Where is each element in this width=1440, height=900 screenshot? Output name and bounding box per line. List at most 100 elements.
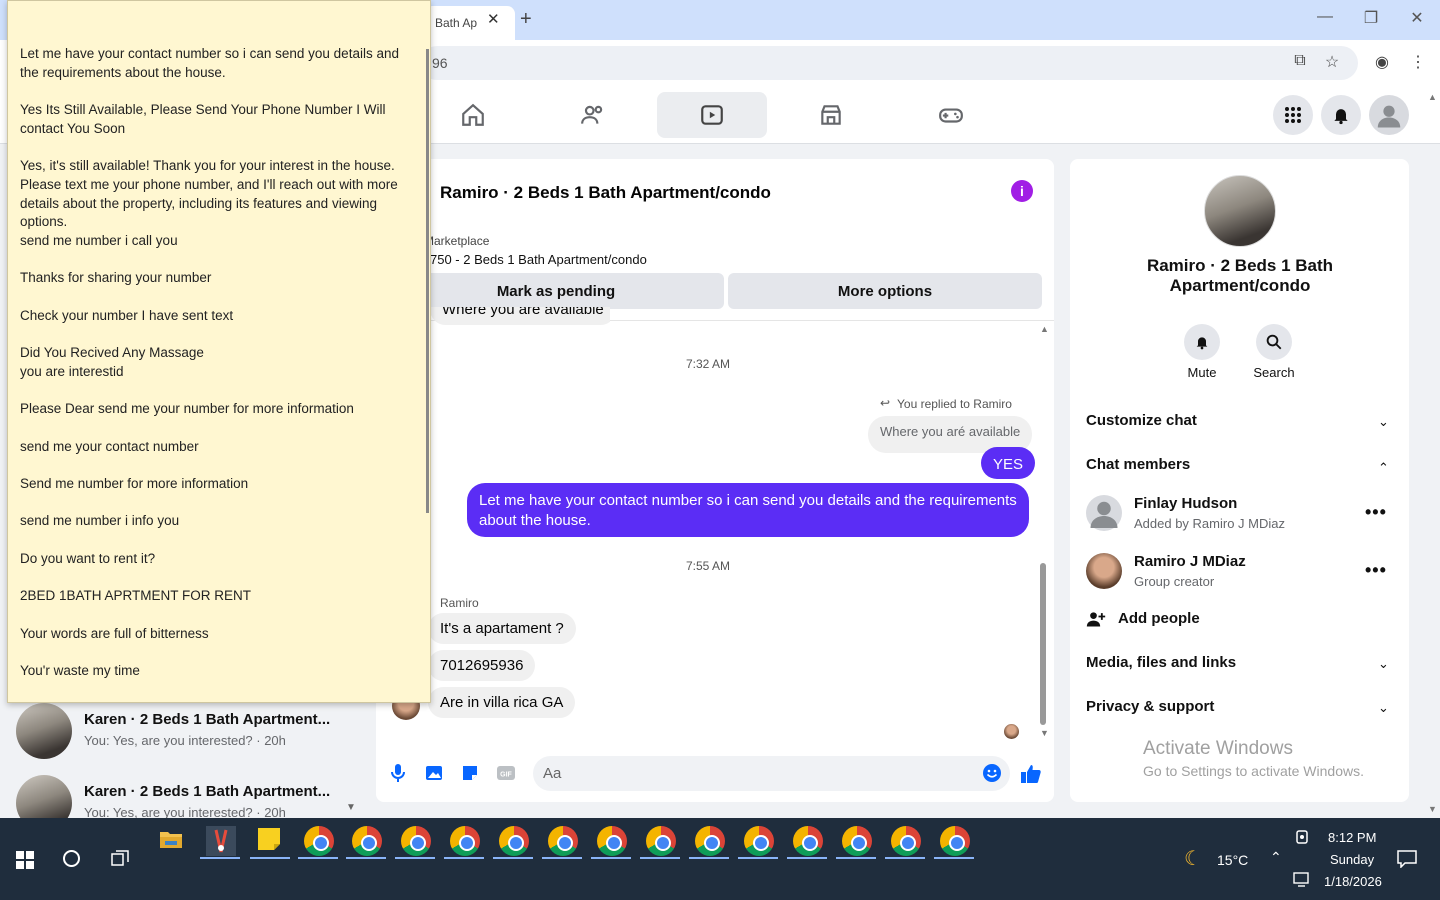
listing-price[interactable]: 750 - 2 Beds 1 Bath Apartment/condo — [430, 252, 647, 267]
message-bubble-incoming[interactable]: 7012695936 — [428, 650, 536, 681]
sticker-icon[interactable] — [460, 763, 480, 783]
chat-scroll-up-icon[interactable]: ▲ — [1040, 324, 1049, 334]
task-view-icon[interactable] — [111, 850, 129, 873]
close-window-icon[interactable]: ✕ — [1402, 8, 1432, 28]
nav-gaming[interactable] — [896, 92, 1006, 138]
notifications-button[interactable] — [1321, 95, 1361, 135]
listing-photo[interactable] — [1204, 175, 1276, 247]
chrome-profile-icon[interactable] — [646, 826, 676, 856]
snipping-tool-icon[interactable] — [206, 826, 236, 856]
chrome-profile-icon[interactable] — [891, 826, 921, 856]
more-horizontal-icon[interactable]: ••• — [1365, 560, 1387, 581]
chrome-profile-icon[interactable] — [793, 826, 823, 856]
chrome-profile-icon[interactable] — [940, 826, 970, 856]
chrome-icon[interactable] — [304, 826, 334, 856]
message-input[interactable]: Aa — [533, 756, 1010, 791]
list-scroll-down-icon[interactable]: ▼ — [346, 802, 356, 813]
nav-watch[interactable] — [657, 92, 767, 138]
chevron-up-icon[interactable]: ⌃ — [1378, 460, 1389, 476]
message-bubble-incoming[interactable]: It's a apartament ? — [428, 613, 576, 644]
install-app-icon[interactable]: ⧉ — [1288, 52, 1312, 74]
menu-kebab-icon[interactable]: ⋮ — [1406, 52, 1430, 74]
member-name[interactable]: Finlay Hudson — [1134, 495, 1237, 512]
chrome-profile-icon[interactable] — [548, 826, 578, 856]
add-people-button[interactable]: Add people — [1118, 610, 1200, 627]
meet-now-icon[interactable] — [1295, 830, 1309, 851]
moon-weather-icon[interactable]: ☾ — [1184, 846, 1202, 871]
search-button[interactable] — [1256, 324, 1292, 360]
restore-icon[interactable]: ❐ — [1356, 8, 1386, 28]
chrome-profile-icon[interactable] — [450, 826, 480, 856]
clock-time[interactable]: 8:12 PM — [1328, 830, 1376, 845]
chat-title[interactable]: Ramiro · 2 Beds 1 Bath Apartment/condo — [440, 183, 771, 203]
apps-menu-button[interactable] — [1273, 95, 1313, 135]
chat-scroll-down-icon[interactable]: ▼ — [1040, 728, 1049, 738]
message-bubble-incoming[interactable]: Are in villa rica GA — [428, 687, 576, 718]
media-files-row[interactable]: Media, files and links — [1086, 654, 1236, 671]
nav-home[interactable] — [418, 92, 528, 138]
member-name[interactable]: Ramiro J MDiaz — [1134, 553, 1246, 570]
chrome-profile-icon[interactable] — [744, 826, 774, 856]
nav-friends[interactable] — [538, 92, 648, 138]
nav-marketplace[interactable] — [776, 92, 886, 138]
tab-close-icon[interactable]: ✕ — [487, 10, 500, 28]
cortana-search-icon[interactable] — [63, 850, 80, 867]
clock-date[interactable]: 1/18/2026 — [1324, 874, 1382, 889]
page-scroll-up-icon[interactable]: ▲ — [1428, 92, 1437, 102]
member-avatar[interactable] — [1086, 553, 1122, 589]
emoji-icon[interactable] — [982, 763, 1002, 783]
chevron-down-icon[interactable]: ⌄ — [1378, 700, 1389, 716]
note-line: Yes, it's still available! Thank you for… — [20, 158, 398, 230]
tray-chevron-up-icon[interactable]: ⌃ — [1270, 849, 1282, 866]
page-scroll-down-icon[interactable]: ▼ — [1428, 804, 1437, 814]
photo-icon[interactable] — [424, 763, 444, 783]
chrome-profile-icon[interactable] — [499, 826, 529, 856]
message-bubble-outgoing[interactable]: Let me have your contact number so i can… — [467, 483, 1029, 537]
member-avatar[interactable] — [1086, 495, 1122, 531]
add-person-icon[interactable] — [1086, 609, 1106, 634]
message-bubble-outgoing[interactable]: YES — [981, 447, 1036, 479]
mark-pending-button[interactable]: Mark as pending — [388, 273, 724, 309]
account-avatar[interactable] — [1369, 95, 1409, 135]
sticky-notes-icon[interactable] — [256, 826, 286, 856]
mute-button[interactable] — [1184, 324, 1220, 360]
chrome-profile-icon[interactable] — [597, 826, 627, 856]
note-line: Send me number for more information — [20, 476, 249, 492]
thumbs-up-icon[interactable] — [1020, 763, 1041, 783]
profile-icon[interactable]: ◉ — [1370, 52, 1394, 74]
windows-start-icon[interactable] — [16, 851, 34, 874]
chrome-profile-icon[interactable] — [352, 826, 382, 856]
address-bar[interactable]: 96 — [420, 46, 1358, 80]
new-tab-button[interactable]: + — [520, 8, 532, 31]
bookmark-star-icon[interactable]: ☆ — [1320, 52, 1344, 74]
info-icon[interactable]: i — [1011, 180, 1033, 202]
more-options-button[interactable]: More options — [728, 273, 1042, 309]
gif-icon[interactable]: GIF — [496, 763, 516, 783]
chevron-down-icon[interactable]: ⌄ — [1378, 656, 1389, 672]
customize-chat-row[interactable]: Customize chat — [1086, 412, 1197, 429]
weather-temp[interactable]: 15°C — [1217, 852, 1248, 868]
gamepad-icon — [939, 108, 963, 123]
more-horizontal-icon[interactable]: ••• — [1365, 502, 1387, 523]
browser-tab[interactable]: Bath Ap — [425, 6, 515, 40]
chat-scrollbar[interactable] — [1040, 563, 1046, 725]
chrome-profile-icon[interactable] — [842, 826, 872, 856]
active-app-indicator — [738, 857, 778, 859]
chrome-profile-icon[interactable] — [695, 826, 725, 856]
marketplace-label: Marketplace — [424, 234, 490, 248]
microphone-icon[interactable] — [388, 763, 408, 783]
minimize-icon[interactable]: — — [1310, 8, 1340, 26]
note-scrollbar[interactable] — [426, 49, 429, 513]
chat-members-row[interactable]: Chat members — [1086, 456, 1190, 473]
action-center-icon[interactable] — [1397, 850, 1417, 873]
chat-list-avatar[interactable] — [16, 703, 72, 759]
chrome-profile-icon[interactable] — [401, 826, 431, 856]
chat-list-title[interactable]: Karen · 2 Beds 1 Bath Apartment... — [84, 711, 330, 728]
file-explorer-icon[interactable] — [158, 826, 188, 856]
chevron-down-icon[interactable]: ⌄ — [1378, 414, 1389, 430]
chat-list-title[interactable]: Karen · 2 Beds 1 Bath Apartment... — [84, 783, 330, 800]
network-icon[interactable] — [1293, 871, 1311, 892]
sticky-note-text[interactable]: Let me have your contact number so i can… — [20, 45, 420, 699]
clock-day[interactable]: Sunday — [1330, 852, 1374, 867]
privacy-support-row[interactable]: Privacy & support — [1086, 698, 1214, 715]
